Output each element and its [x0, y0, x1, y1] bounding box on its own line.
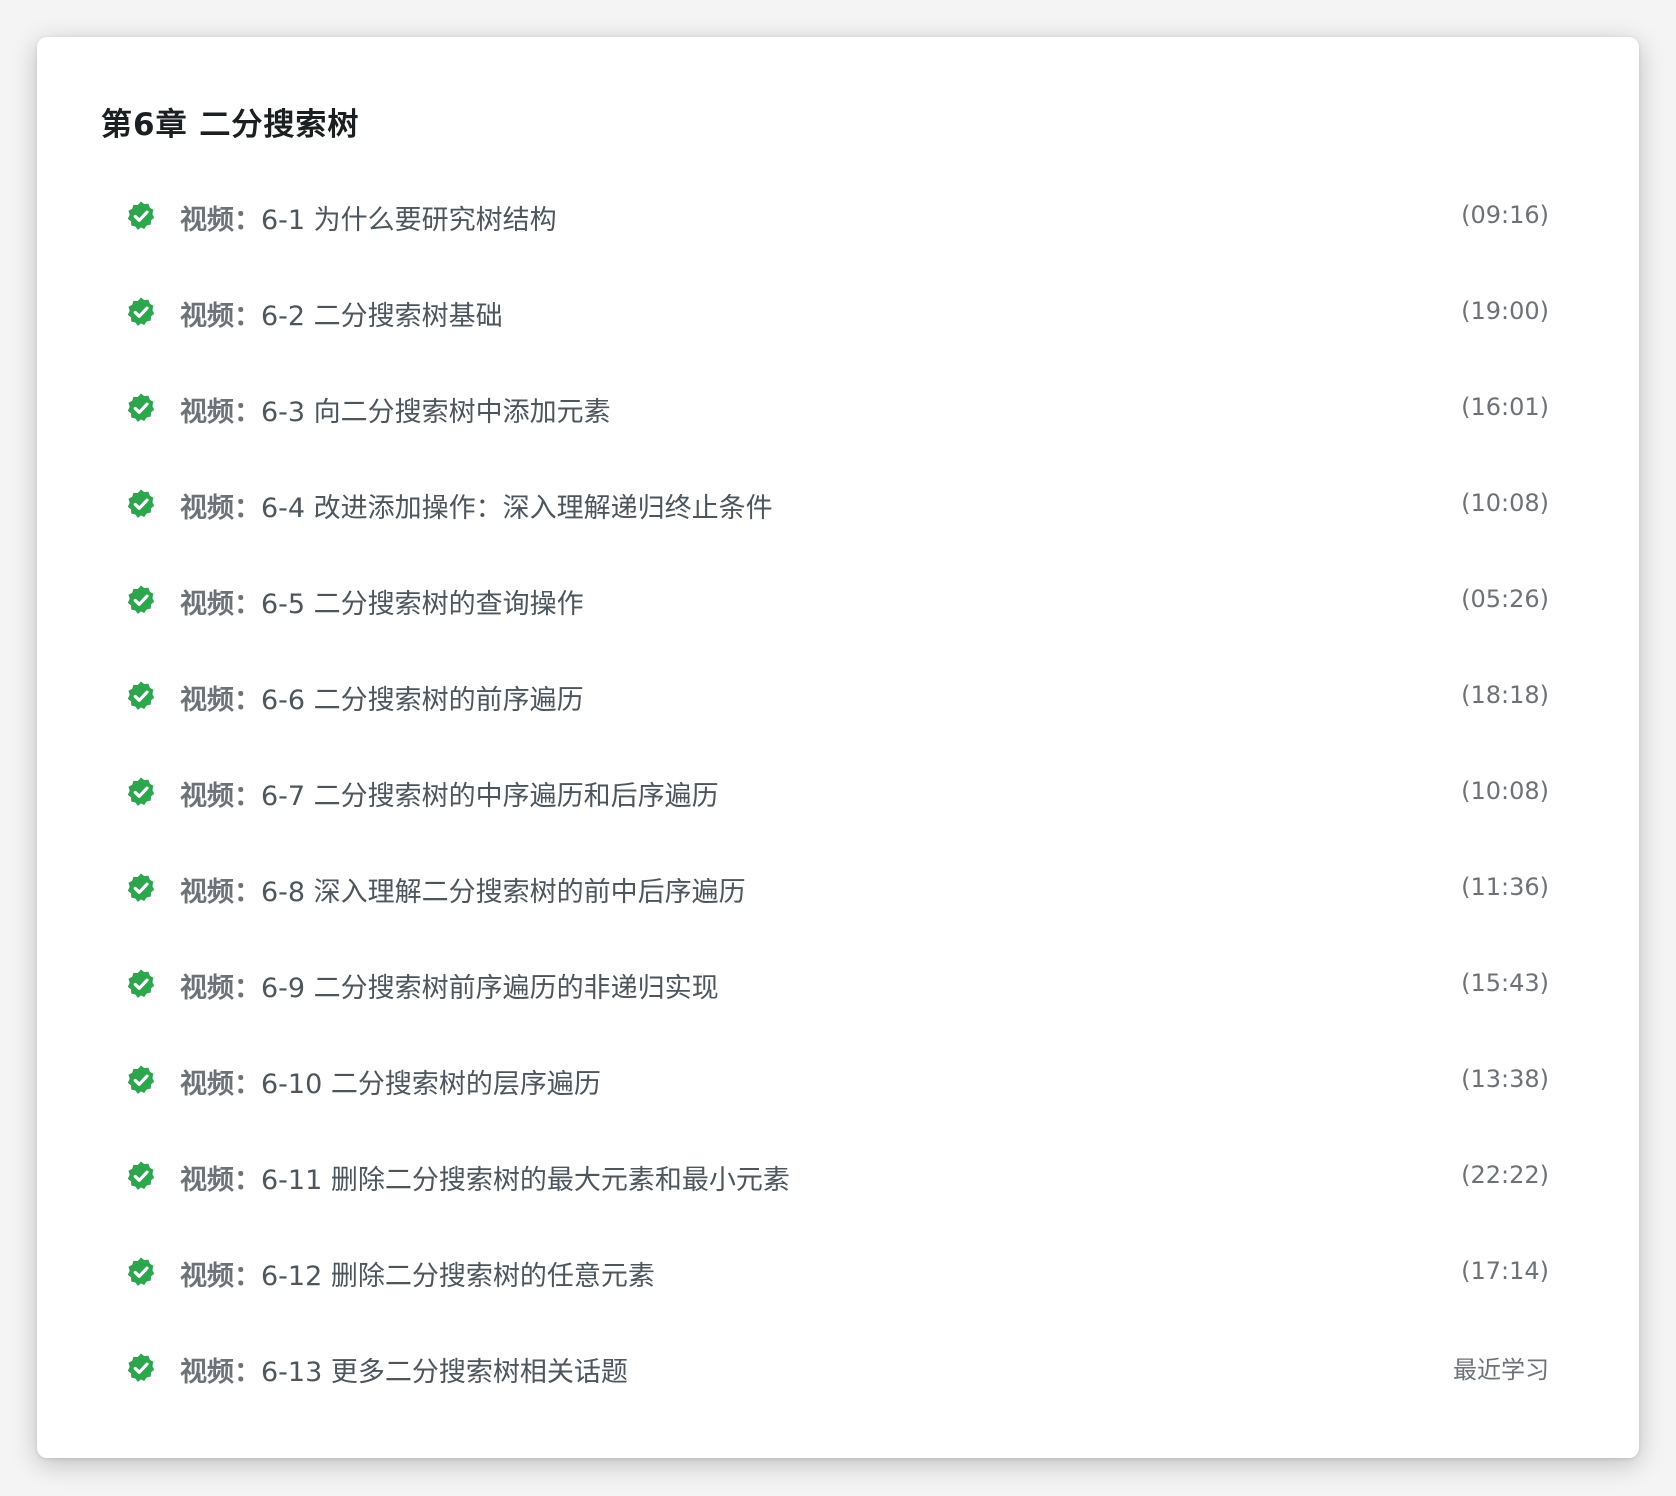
lesson-duration: (19:00) [1461, 297, 1549, 325]
lesson-type-label: 视频： [180, 684, 261, 716]
lesson-text[interactable]: 视频： 6-5 二分搜索树的查询操作 [180, 553, 584, 649]
lesson-title[interactable]: 6-4 改进添加操作：深入理解递归终止条件 [261, 486, 773, 525]
lesson-type-label: 视频： [180, 204, 261, 236]
lesson-type-label: 视频： [180, 492, 261, 524]
lesson-type-label: 视频： [180, 876, 261, 908]
lesson-title[interactable]: 6-8 深入理解二分搜索树的前中后序遍历 [261, 870, 746, 909]
check-circle-icon [127, 777, 155, 806]
lesson-item[interactable]: 视频： 6-2 二分搜索树基础 (19:00) [37, 265, 1639, 361]
lesson-item[interactable]: 视频： 6-11 删除二分搜索树的最大元素和最小元素 (22:22) [37, 1129, 1639, 1225]
lesson-title[interactable]: 6-1 为什么要研究树结构 [261, 198, 557, 237]
lesson-item[interactable]: 视频： 6-7 二分搜索树的中序遍历和后序遍历 (10:08) [37, 745, 1639, 841]
chapter-card: 第6章 二分搜索树 视频： 6-1 为什么要研究树结构 (09:16) 视频： 6-… [37, 37, 1639, 1458]
lesson-item[interactable]: 视频： 6-13 更多二分搜索树相关话题 最近学习 [37, 1321, 1639, 1417]
lesson-duration: (11:36) [1461, 873, 1549, 901]
lesson-text[interactable]: 视频： 6-11 删除二分搜索树的最大元素和最小元素 [180, 1129, 790, 1225]
lesson-text[interactable]: 视频： 6-8 深入理解二分搜索树的前中后序遍历 [180, 841, 746, 937]
lesson-title[interactable]: 6-9 二分搜索树前序遍历的非递归实现 [261, 966, 719, 1005]
check-circle-icon [127, 969, 155, 998]
lesson-type-label: 视频： [180, 1164, 261, 1196]
lesson-item[interactable]: 视频： 6-9 二分搜索树前序遍历的非递归实现 (15:43) [37, 937, 1639, 1033]
lesson-title[interactable]: 6-13 更多二分搜索树相关话题 [261, 1350, 628, 1389]
check-circle-icon [127, 201, 155, 230]
lesson-text[interactable]: 视频： 6-4 改进添加操作：深入理解递归终止条件 [180, 457, 773, 553]
lesson-title[interactable]: 6-7 二分搜索树的中序遍历和后序遍历 [261, 774, 719, 813]
lesson-title[interactable]: 6-10 二分搜索树的层序遍历 [261, 1062, 601, 1101]
lesson-type-label: 视频： [180, 1260, 261, 1292]
lesson-status-recent: 最近学习 [1453, 1355, 1549, 1384]
lesson-type-label: 视频： [180, 972, 261, 1004]
lesson-duration: (17:14) [1461, 1257, 1549, 1285]
check-circle-icon [127, 297, 155, 326]
lesson-item[interactable]: 视频： 6-4 改进添加操作：深入理解递归终止条件 (10:08) [37, 457, 1639, 553]
lesson-duration: (10:08) [1461, 489, 1549, 517]
lesson-duration: (10:08) [1461, 777, 1549, 805]
lesson-type-label: 视频： [180, 396, 261, 428]
lesson-title[interactable]: 6-11 删除二分搜索树的最大元素和最小元素 [261, 1158, 790, 1197]
lesson-text[interactable]: 视频： 6-10 二分搜索树的层序遍历 [180, 1033, 601, 1129]
lesson-item[interactable]: 视频： 6-5 二分搜索树的查询操作 (05:26) [37, 553, 1639, 649]
lesson-title[interactable]: 6-5 二分搜索树的查询操作 [261, 582, 584, 621]
lesson-duration: (18:18) [1461, 681, 1549, 709]
lesson-list: 视频： 6-1 为什么要研究树结构 (09:16) 视频： 6-2 二分搜索树基础 … [37, 169, 1639, 1417]
lesson-duration: (05:26) [1461, 585, 1549, 613]
lesson-duration: (13:38) [1461, 1065, 1549, 1093]
check-circle-icon [127, 393, 155, 422]
check-circle-icon [127, 1065, 155, 1094]
lesson-title[interactable]: 6-3 向二分搜索树中添加元素 [261, 390, 611, 429]
lesson-type-label: 视频： [180, 1356, 261, 1388]
lesson-text[interactable]: 视频： 6-12 删除二分搜索树的任意元素 [180, 1225, 655, 1321]
lesson-duration: (09:16) [1461, 201, 1549, 229]
chapter-title: 第6章 二分搜索树 [101, 107, 360, 143]
lesson-duration: (22:22) [1461, 1161, 1549, 1189]
lesson-item[interactable]: 视频： 6-3 向二分搜索树中添加元素 (16:01) [37, 361, 1639, 457]
lesson-item[interactable]: 视频： 6-12 删除二分搜索树的任意元素 (17:14) [37, 1225, 1639, 1321]
check-circle-icon [127, 1161, 155, 1190]
lesson-type-label: 视频： [180, 1068, 261, 1100]
check-circle-icon [127, 1353, 155, 1382]
check-circle-icon [127, 1257, 155, 1286]
check-circle-icon [127, 489, 155, 518]
lesson-title[interactable]: 6-12 删除二分搜索树的任意元素 [261, 1254, 655, 1293]
lesson-duration: (16:01) [1461, 393, 1549, 421]
lesson-item[interactable]: 视频： 6-1 为什么要研究树结构 (09:16) [37, 169, 1639, 265]
lesson-type-label: 视频： [180, 588, 261, 620]
lesson-type-label: 视频： [180, 300, 261, 332]
lesson-type-label: 视频： [180, 780, 261, 812]
lesson-title[interactable]: 6-6 二分搜索树的前序遍历 [261, 678, 584, 717]
check-circle-icon [127, 681, 155, 710]
check-circle-icon [127, 873, 155, 902]
check-circle-icon [127, 585, 155, 614]
lesson-duration: (15:43) [1461, 969, 1549, 997]
lesson-text[interactable]: 视频： 6-13 更多二分搜索树相关话题 [180, 1321, 628, 1417]
lesson-item[interactable]: 视频： 6-10 二分搜索树的层序遍历 (13:38) [37, 1033, 1639, 1129]
lesson-text[interactable]: 视频： 6-2 二分搜索树基础 [180, 265, 503, 361]
lesson-text[interactable]: 视频： 6-9 二分搜索树前序遍历的非递归实现 [180, 937, 719, 1033]
lesson-title[interactable]: 6-2 二分搜索树基础 [261, 294, 503, 333]
lesson-text[interactable]: 视频： 6-6 二分搜索树的前序遍历 [180, 649, 584, 745]
lesson-text[interactable]: 视频： 6-3 向二分搜索树中添加元素 [180, 361, 611, 457]
lesson-item[interactable]: 视频： 6-8 深入理解二分搜索树的前中后序遍历 (11:36) [37, 841, 1639, 937]
lesson-item[interactable]: 视频： 6-6 二分搜索树的前序遍历 (18:18) [37, 649, 1639, 745]
lesson-text[interactable]: 视频： 6-7 二分搜索树的中序遍历和后序遍历 [180, 745, 719, 841]
lesson-text[interactable]: 视频： 6-1 为什么要研究树结构 [180, 169, 557, 265]
